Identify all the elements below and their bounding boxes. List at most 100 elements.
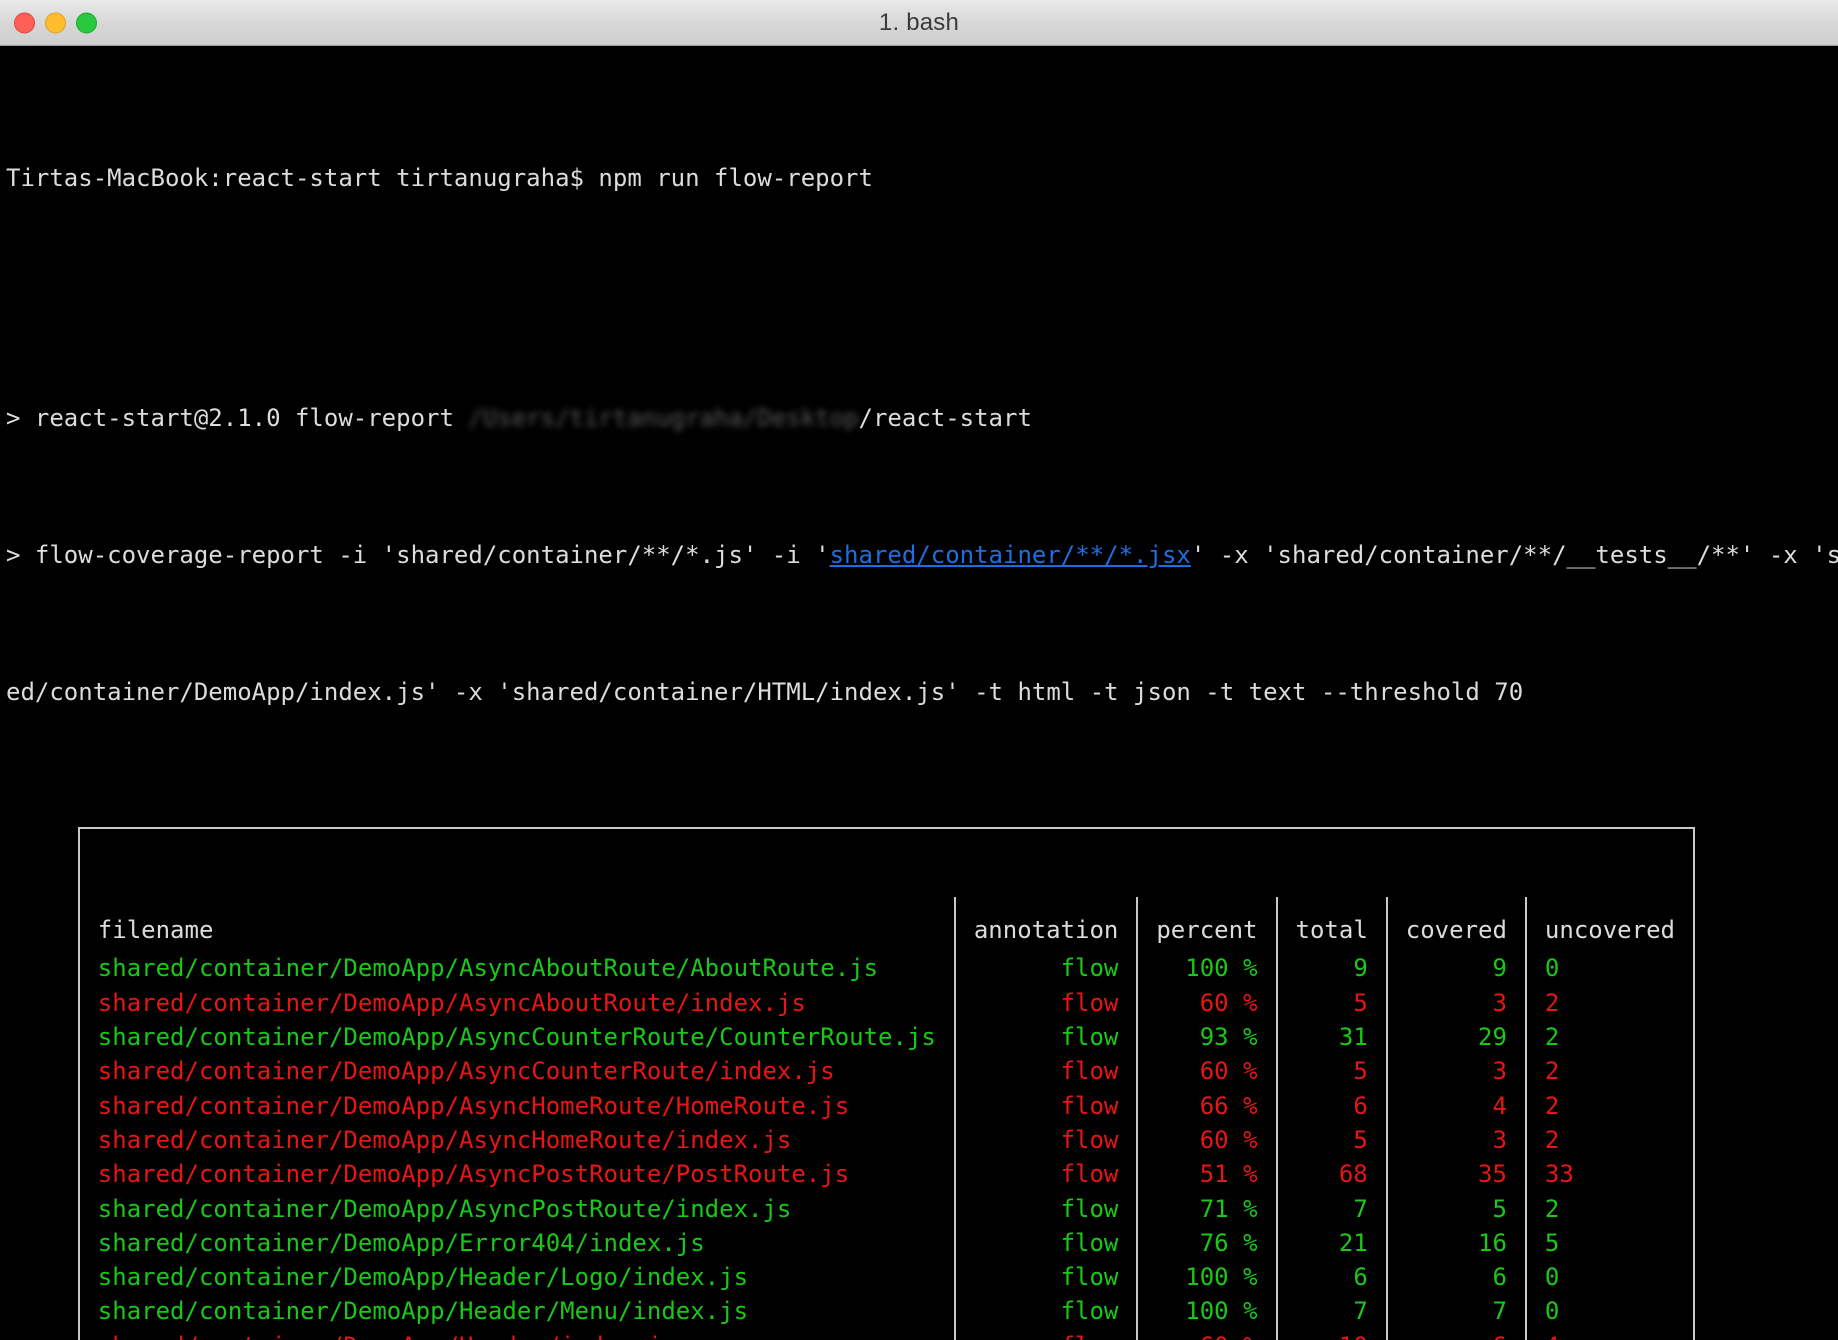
flow-coverage-command-line: > flow-coverage-report -i 'shared/contai… <box>6 538 1838 572</box>
cell-uncovered: 0 <box>1524 951 1693 986</box>
cell-annotation: flow <box>953 1122 1138 1158</box>
cell-uncovered: 2 <box>1524 1191 1693 1226</box>
cell-uncovered: 5 <box>1524 1225 1693 1261</box>
cell-covered: 7 <box>1385 1294 1526 1329</box>
spacer-cell <box>1275 897 1387 914</box>
cell-uncovered: 2 <box>1524 1122 1693 1158</box>
terminal-body[interactable]: Tirtas-MacBook:react-start tirtanugraha$… <box>0 46 1838 1340</box>
cell-percent: 76 % <box>1136 1225 1277 1261</box>
cell-filename: shared/container/DemoApp/Error404/index.… <box>97 1228 705 1257</box>
minimize-button-icon[interactable] <box>45 12 66 33</box>
column-header-percent: percent <box>1136 913 1277 952</box>
table-row: shared/container/DemoApp/AsyncCounterRou… <box>80 1054 1693 1089</box>
cell-uncovered: 0 <box>1524 1294 1693 1329</box>
window-controls <box>14 12 97 33</box>
cell-annotation: flow <box>953 1294 1138 1329</box>
cell-total: 21 <box>1275 1225 1387 1261</box>
cell-filename: shared/container/DemoApp/AsyncAboutRoute… <box>97 988 806 1017</box>
column-header-covered: covered <box>1385 913 1526 952</box>
cell-total: 5 <box>1275 985 1387 1021</box>
window-title: 1. bash <box>878 8 960 36</box>
cell-covered: 4 <box>1385 1088 1526 1123</box>
cell-uncovered: 4 <box>1524 1328 1693 1340</box>
cell-total: 7 <box>1275 1191 1387 1226</box>
cell-annotation: flow <box>953 1191 1138 1226</box>
table-row: shared/container/DemoApp/AsyncPostRoute/… <box>80 1157 1693 1192</box>
table-row: shared/container/DemoApp/Header/Logo/ind… <box>80 1260 1693 1295</box>
cell-percent: 51 % <box>1136 1157 1277 1192</box>
cell-uncovered: 2 <box>1524 1088 1693 1123</box>
close-button-icon[interactable] <box>14 12 35 33</box>
column-header-annotation: annotation <box>953 913 1138 952</box>
cell-filename: shared/container/DemoApp/Header/index.js <box>80 1329 955 1340</box>
column-header-filename: filename <box>97 916 214 945</box>
cell-total: 6 <box>1275 1260 1387 1295</box>
table-row: shared/container/DemoApp/AsyncAboutRoute… <box>80 951 1693 986</box>
cell-percent: 60 % <box>1136 1054 1277 1089</box>
cell-uncovered: 0 <box>1524 1260 1693 1295</box>
table-row: shared/container/DemoApp/AsyncCounterRou… <box>80 1020 1693 1055</box>
table-header-row: filename annotation percent total covered unc… <box>80 913 1693 952</box>
cell-percent: 66 % <box>1136 1088 1277 1123</box>
cell-percent: 60 % <box>1136 985 1277 1021</box>
cell-uncovered: 33 <box>1524 1157 1693 1192</box>
cell-covered: 6 <box>1385 1328 1526 1340</box>
cell-filename: shared/container/DemoApp/AsyncPostRoute/… <box>97 1160 850 1189</box>
cell-filename: shared/container/DemoApp/Header/Logo/ind… <box>97 1263 749 1292</box>
column-header-total: total <box>1275 913 1387 952</box>
spacer-cell <box>80 897 955 913</box>
cell-uncovered: 2 <box>1524 985 1693 1021</box>
cell-filename: shared/container/DemoApp/AsyncCounterRou… <box>97 1057 835 1086</box>
command-suffix: ' -x 'shared/container/**/__tests__/**' … <box>1190 541 1838 570</box>
npm-script-header-line: > react-start@2.1.0 flow-report /Users/t… <box>6 401 1838 435</box>
cell-covered: 3 <box>1385 1054 1526 1089</box>
cell-covered: 29 <box>1385 1020 1526 1055</box>
cell-percent: 100 % <box>1136 1294 1277 1329</box>
cell-percent: 93 % <box>1136 1020 1277 1055</box>
zoom-button-icon[interactable] <box>76 12 97 33</box>
cell-covered: 5 <box>1385 1191 1526 1226</box>
table-row: shared/container/DemoApp/AsyncPostRoute/… <box>80 1191 1693 1226</box>
table-row: shared/container/DemoApp/AsyncAboutRoute… <box>80 985 1693 1021</box>
cell-annotation: flow <box>953 1260 1138 1295</box>
npm-script-path-tail: /react-start <box>858 403 1032 432</box>
cell-percent: 71 % <box>1136 1191 1277 1226</box>
table-row: shared/container/DemoApp/AsyncHomeRoute/… <box>80 1122 1693 1158</box>
cell-total: 68 <box>1275 1157 1387 1192</box>
cell-annotation: flow <box>953 1328 1138 1340</box>
table-row: shared/container/DemoApp/Header/index.js… <box>80 1328 1693 1340</box>
file-coverage-table: filename annotation percent total covered unc… <box>80 897 1693 1340</box>
table-row: shared/container/DemoApp/AsyncHomeRoute/… <box>80 1088 1693 1123</box>
cell-filename: shared/container/DemoApp/AsyncHomeRoute/… <box>97 1091 850 1120</box>
spacer-cell <box>953 897 1138 914</box>
cell-filename: shared/container/DemoApp/AsyncCounterRou… <box>97 1023 936 1052</box>
cell-annotation: flow <box>953 1157 1138 1192</box>
cell-uncovered: 2 <box>1524 1020 1693 1055</box>
cell-filename: shared/container/DemoApp/Header/Menu/ind… <box>97 1297 749 1326</box>
cell-total: 7 <box>1275 1294 1387 1329</box>
spacer-cell <box>1385 897 1526 914</box>
cell-percent: 100 % <box>1136 1260 1277 1295</box>
window-titlebar[interactable]: 1. bash <box>0 0 1838 46</box>
cell-covered: 3 <box>1385 1122 1526 1158</box>
spacer-cell <box>1136 897 1277 914</box>
glob-pattern-link[interactable]: shared/container/**/*.jsx <box>830 541 1191 569</box>
cell-filename: shared/container/DemoApp/AsyncHomeRoute/… <box>97 1125 792 1154</box>
npm-script-header-text: > react-start@2.1.0 flow-report <box>6 403 469 432</box>
cell-annotation: flow <box>953 1020 1138 1055</box>
cell-covered: 3 <box>1385 985 1526 1021</box>
cell-percent: 60 % <box>1136 1122 1277 1158</box>
cell-total: 5 <box>1275 1122 1387 1158</box>
spacer-cell <box>1524 897 1693 914</box>
cell-annotation: flow <box>953 1225 1138 1261</box>
file-coverage-table-box: filename annotation percent total covered unc… <box>77 826 1695 1340</box>
table-row: shared/container/DemoApp/Error404/index.… <box>80 1225 1693 1261</box>
cell-annotation: flow <box>953 985 1138 1021</box>
cell-annotation: flow <box>953 1088 1138 1123</box>
terminal-window: 1. bash Tirtas-MacBook:react-start tirta… <box>0 0 1838 1340</box>
table-row: shared/container/DemoApp/Header/Menu/ind… <box>80 1294 1693 1329</box>
cell-covered: 6 <box>1385 1260 1526 1295</box>
flow-coverage-command-wrap: ed/container/DemoApp/index.js' -x 'share… <box>6 678 1524 707</box>
cell-total: 6 <box>1275 1088 1387 1123</box>
